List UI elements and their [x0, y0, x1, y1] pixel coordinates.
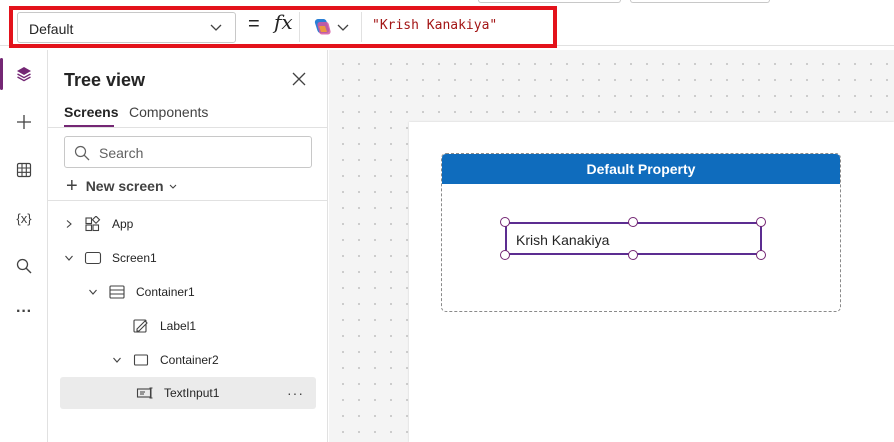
tree-node-label: TextInput1	[164, 386, 220, 400]
design-canvas[interactable]: Default Property Krish Kanakiya	[329, 50, 894, 442]
highlight-box	[9, 6, 557, 48]
tree-node-label: App	[112, 217, 134, 231]
tab-components[interactable]: Components	[129, 104, 208, 120]
tree-node-screen1[interactable]: Screen1	[64, 243, 304, 273]
tree-node-label1[interactable]: Label1	[112, 311, 304, 341]
formula-bar: Default = fx "Krish Kanakiya"	[0, 4, 894, 48]
toolbar-segment	[630, 0, 770, 3]
search-icon	[74, 145, 90, 161]
search-input[interactable]: Search	[64, 136, 312, 168]
left-rail: {x} ···	[0, 50, 48, 442]
resize-handle[interactable]	[756, 250, 766, 260]
toolbar-segment	[478, 0, 621, 3]
tree-node-label: Screen1	[112, 251, 157, 265]
more-icon[interactable]: ···	[12, 300, 36, 324]
tree-node-label: Container1	[136, 285, 195, 299]
chevron-down-icon[interactable]	[64, 253, 74, 263]
new-screen-button[interactable]: + New screen	[66, 176, 178, 196]
search-placeholder: Search	[99, 145, 144, 161]
chevron-down-icon[interactable]	[112, 355, 122, 365]
search-icon[interactable]	[12, 254, 36, 278]
divider	[48, 200, 328, 201]
layers-icon[interactable]	[12, 62, 36, 86]
plus-icon: +	[66, 175, 78, 197]
text-input-icon	[136, 387, 153, 399]
chevron-right-icon[interactable]	[64, 219, 74, 229]
tree-node-textinput1[interactable]: TextInput1 ···	[60, 377, 316, 409]
app-screen[interactable]: Default Property Krish Kanakiya	[409, 122, 894, 442]
container-icon	[133, 354, 149, 366]
tree-node-label: Container2	[160, 353, 219, 367]
tree-node-label: Label1	[160, 319, 197, 333]
chevron-down-icon	[169, 184, 176, 189]
tree-node-container2[interactable]: Container2	[112, 345, 304, 375]
app-icon	[85, 216, 101, 232]
container1[interactable]: Default Property Krish Kanakiya	[441, 153, 841, 312]
chevron-down-icon[interactable]	[88, 287, 98, 297]
resize-handle[interactable]	[500, 217, 510, 227]
tree-node-app[interactable]: App	[64, 209, 304, 239]
screen-icon	[84, 251, 102, 265]
resize-handle[interactable]	[500, 250, 510, 260]
tab-screens[interactable]: Screens	[64, 104, 118, 120]
tree-view-pane: Tree view Screens Components Search + Ne…	[48, 50, 328, 442]
close-icon[interactable]	[292, 72, 306, 86]
more-options-icon[interactable]: ···	[287, 385, 304, 401]
container-header-label[interactable]: Default Property	[442, 154, 840, 184]
resize-handle[interactable]	[628, 217, 638, 227]
tree-node-container1[interactable]: Container1	[88, 277, 304, 307]
tree-view-title: Tree view	[64, 70, 146, 90]
text-input-value: Krish Kanakiya	[516, 232, 610, 248]
resize-handle[interactable]	[628, 250, 638, 260]
variables-icon[interactable]: {x}	[12, 206, 36, 230]
plus-icon[interactable]	[12, 110, 36, 134]
label-icon	[133, 319, 148, 333]
active-indicator	[0, 58, 3, 90]
divider	[48, 127, 328, 128]
table-icon[interactable]	[12, 158, 36, 182]
vertical-container-icon	[109, 285, 125, 299]
new-screen-label: New screen	[85, 178, 164, 194]
resize-handle[interactable]	[756, 217, 766, 227]
